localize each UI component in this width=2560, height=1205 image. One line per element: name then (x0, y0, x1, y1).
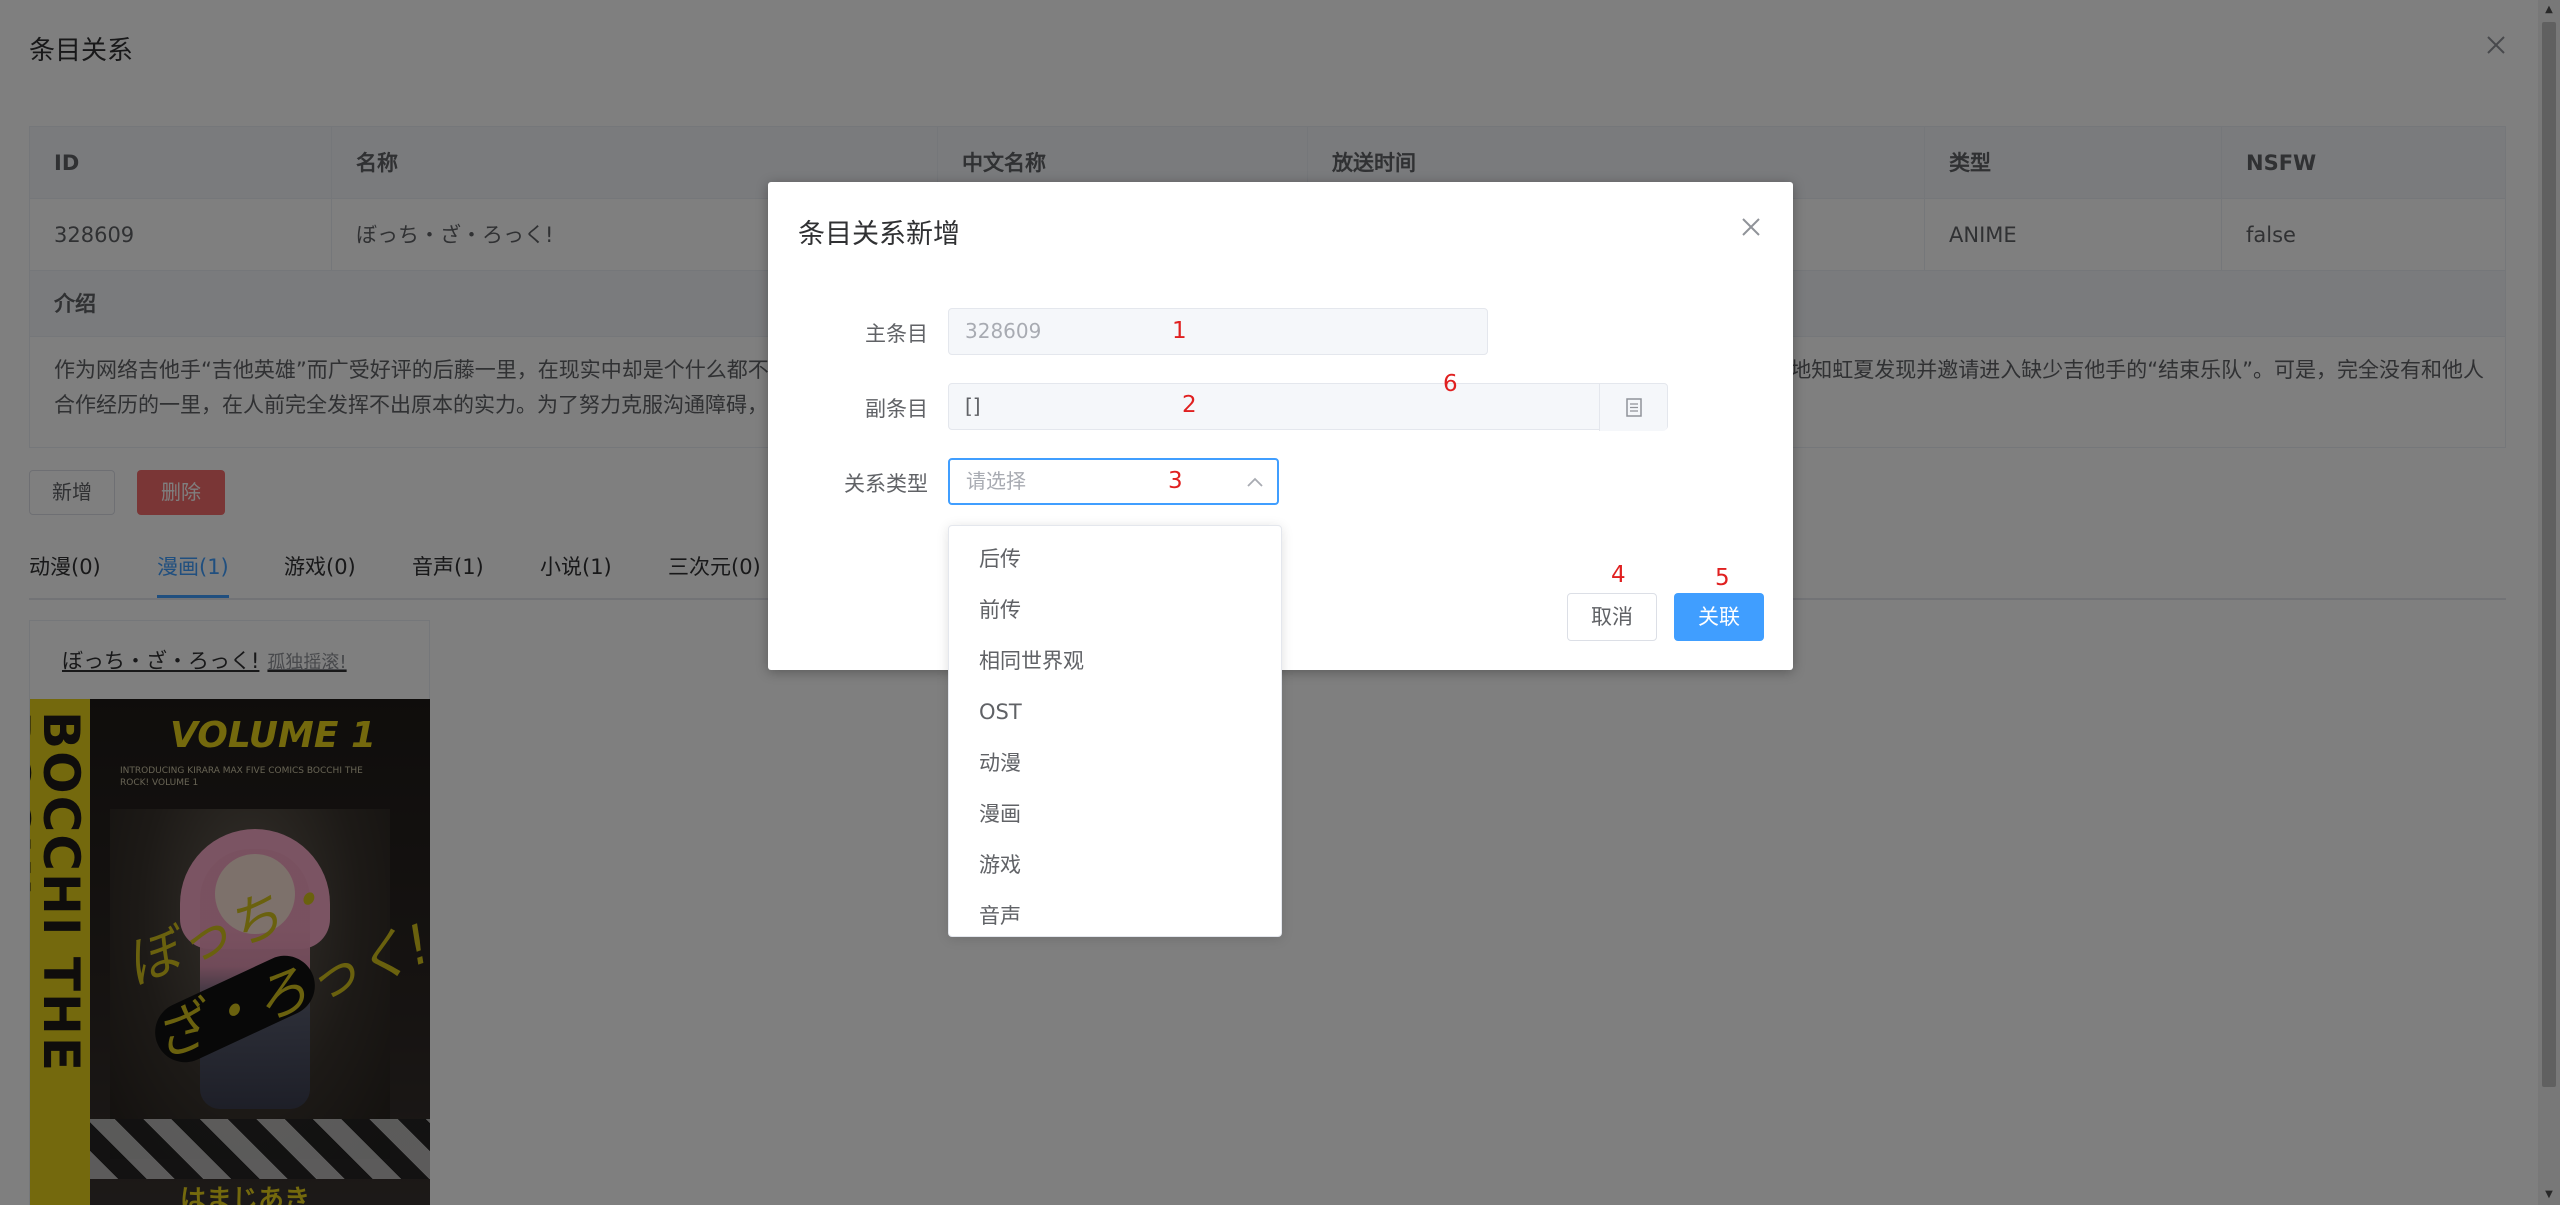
chevron-up-icon[interactable] (1246, 476, 1264, 488)
option-prequel[interactable]: 前传 (949, 585, 1281, 636)
option-sequel[interactable]: 后传 (949, 534, 1281, 585)
marker-4: 4 (1611, 562, 1626, 588)
close-icon[interactable] (1740, 216, 1762, 238)
cancel-button[interactable]: 取消 (1567, 593, 1657, 641)
option-anime[interactable]: 动漫 (949, 738, 1281, 789)
link-button[interactable]: 关联 (1674, 593, 1764, 641)
marker-1: 1 (1172, 318, 1187, 344)
relation-type-select[interactable]: 请选择 (948, 458, 1279, 505)
dropdown-arrow (1104, 514, 1126, 525)
dialog-title: 条目关系新增 (798, 219, 960, 250)
option-ost[interactable]: OST (949, 687, 1281, 738)
marker-6: 6 (1443, 371, 1458, 397)
option-audio[interactable]: 音声 (949, 891, 1281, 936)
relation-type-dropdown: 后传 前传 相同世界观 OST 动漫 漫画 游戏 音声 (948, 525, 1282, 937)
marker-2: 2 (1182, 392, 1197, 418)
marker-3: 3 (1168, 468, 1183, 494)
sub-subject-input[interactable]: [] (948, 383, 1668, 431)
sub-subject-value: [] (965, 394, 981, 418)
main-subject-label: 主条目 (865, 322, 928, 346)
main-subject-input[interactable]: 328609 (948, 308, 1488, 355)
option-game[interactable]: 游戏 (949, 840, 1281, 891)
option-manga[interactable]: 漫画 (949, 789, 1281, 840)
sub-subject-label: 副条目 (865, 397, 928, 421)
document-icon[interactable] (1626, 398, 1642, 417)
marker-5: 5 (1715, 565, 1730, 591)
sub-subject-select-button[interactable] (1599, 384, 1667, 431)
relation-type-placeholder: 请选择 (966, 469, 1026, 493)
relation-type-label: 关系类型 (844, 472, 928, 496)
option-same-world[interactable]: 相同世界观 (949, 636, 1281, 687)
